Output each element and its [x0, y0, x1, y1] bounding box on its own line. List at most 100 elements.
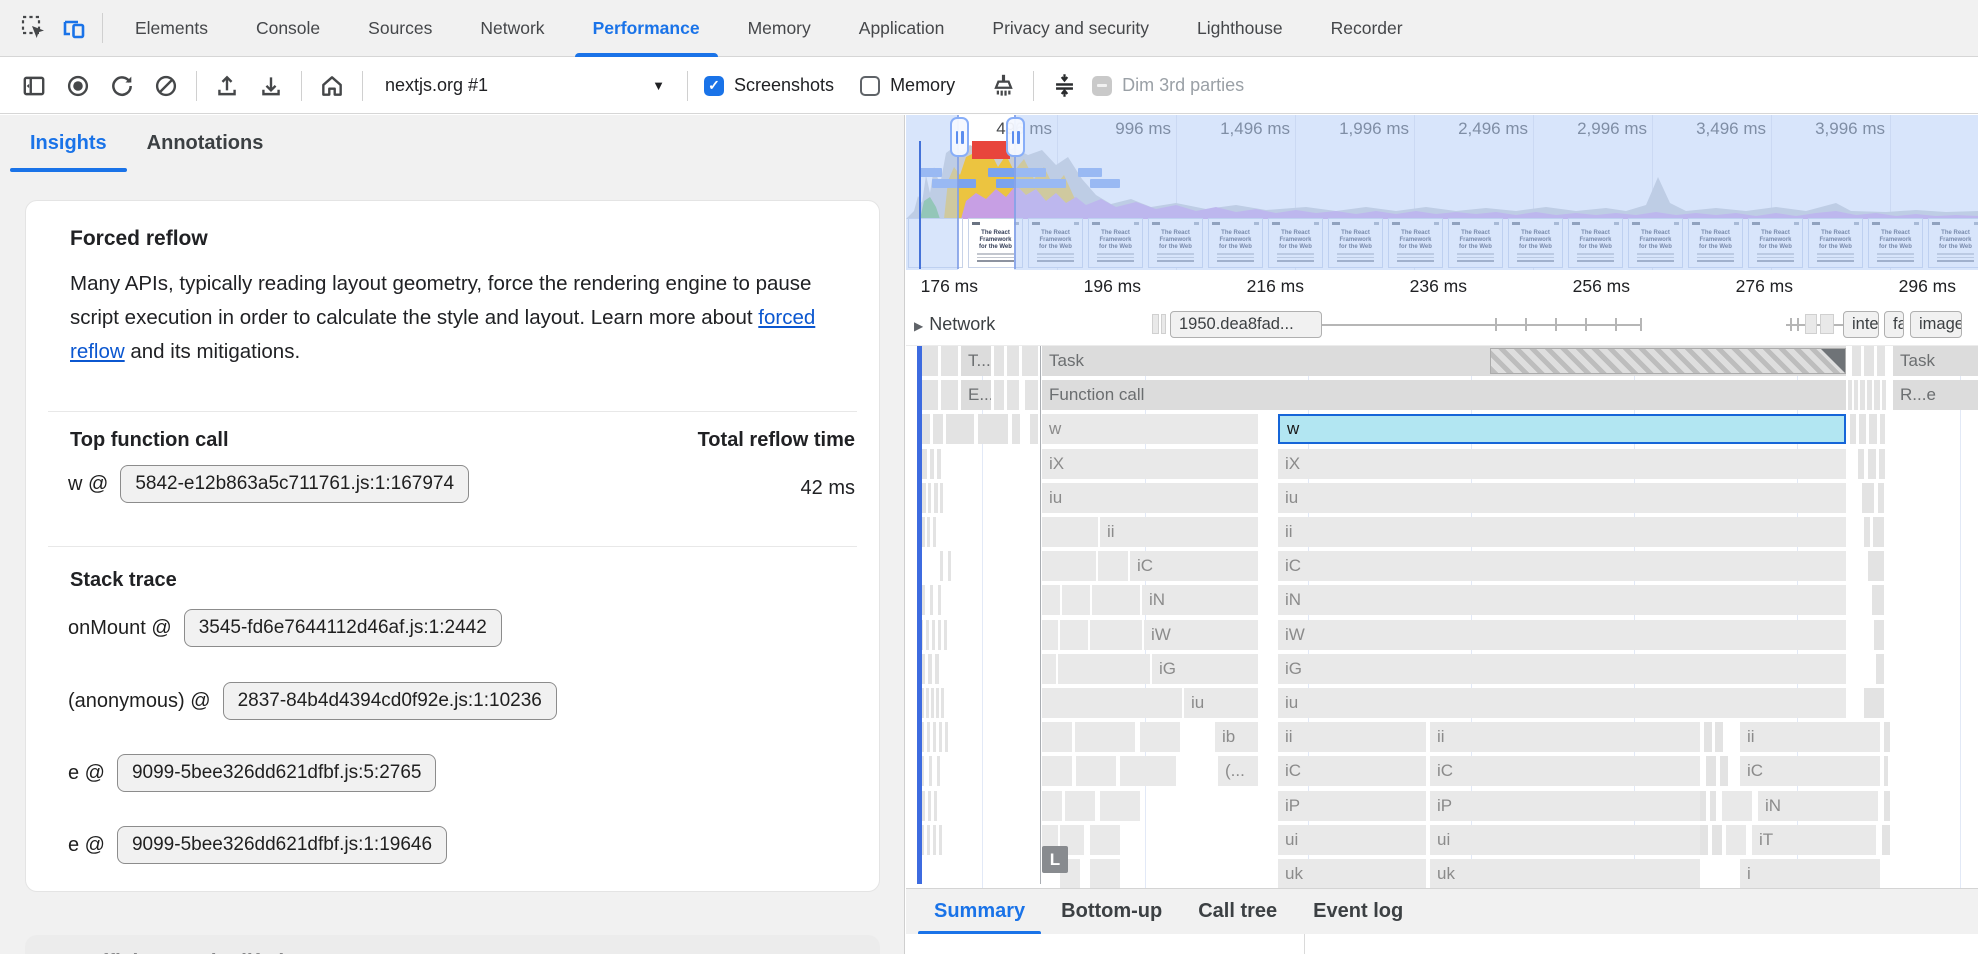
flame-fragment[interactable]: [922, 414, 930, 444]
flame-event-ic[interactable]: iC: [1130, 551, 1258, 581]
flame-fragment[interactable]: [1854, 380, 1858, 410]
flame-fragment[interactable]: [1042, 654, 1056, 684]
flame-fragment[interactable]: [1710, 791, 1716, 821]
flame-event-ix[interactable]: iX: [1042, 449, 1258, 479]
flame-fragment[interactable]: [978, 414, 1008, 444]
source-location-chip[interactable]: 2837-84b4d4394cd0f92e.js:1:10236: [223, 682, 557, 720]
flame-fragment[interactable]: [932, 620, 935, 650]
flame-event-ic[interactable]: iC: [1278, 551, 1846, 581]
flame-fragment[interactable]: [1007, 380, 1019, 410]
flame-fragment[interactable]: [1062, 585, 1090, 615]
flame-fragment[interactable]: [1882, 380, 1886, 410]
flame-event-ic[interactable]: iC: [1740, 756, 1880, 786]
inspect-element-icon[interactable]: [14, 8, 54, 48]
tab-call-tree[interactable]: Call tree: [1180, 889, 1295, 935]
flame-fragment[interactable]: [994, 346, 1004, 376]
flame-fragment[interactable]: [938, 620, 941, 650]
flame-fragment[interactable]: [938, 585, 941, 615]
flame-fragment[interactable]: [941, 380, 958, 410]
flame-fragment[interactable]: [1848, 380, 1852, 410]
flame-fragment[interactable]: [940, 551, 943, 581]
memory-label[interactable]: Memory: [890, 75, 955, 96]
flame-event-ic[interactable]: iC: [1430, 756, 1700, 786]
flame-fragment[interactable]: [1880, 414, 1885, 444]
flame-event-uk[interactable]: uk: [1430, 859, 1700, 888]
flame-fragment[interactable]: [1065, 791, 1095, 821]
flame-fragment[interactable]: [934, 483, 938, 513]
flame-fragment[interactable]: [928, 791, 931, 821]
flame-event-iu[interactable]: iu: [1278, 483, 1846, 513]
flame-event-[interactable]: (...: [1218, 756, 1258, 786]
flame-fragment[interactable]: [1884, 756, 1888, 786]
timeline-overview[interactable]: 496 ms996 ms1,496 ms1,996 ms2,496 ms2,99…: [906, 115, 1978, 270]
flame-event-ui[interactable]: ui: [1430, 825, 1700, 855]
flame-fragment[interactable]: [1042, 688, 1182, 718]
flame-event-in[interactable]: iN: [1142, 585, 1258, 615]
flame-fragment[interactable]: [1706, 756, 1716, 786]
flame-fragment[interactable]: [933, 722, 936, 752]
flame-event-w[interactable]: w: [1278, 414, 1846, 444]
tab-annotations[interactable]: Annotations: [127, 115, 284, 172]
flame-fragment[interactable]: [1873, 517, 1884, 547]
flame-fragment[interactable]: [939, 825, 942, 855]
flame-fragment[interactable]: [922, 449, 927, 479]
flame-fragment[interactable]: [994, 380, 1004, 410]
upload-profile-icon[interactable]: [205, 64, 249, 108]
flame-fragment[interactable]: [1490, 348, 1846, 374]
flame-event-it[interactable]: iT: [1752, 825, 1876, 855]
flame-fragment[interactable]: [933, 825, 936, 855]
flame-event-in[interactable]: iN: [1758, 791, 1878, 821]
flame-event-ii[interactable]: ii: [1100, 517, 1258, 547]
flame-fragment[interactable]: [922, 346, 938, 376]
flame-fragment[interactable]: [928, 654, 932, 684]
flame-fragment[interactable]: [922, 517, 925, 547]
flame-event-functioncall[interactable]: Function call: [1042, 380, 1846, 410]
device-toolbar-icon[interactable]: [54, 8, 94, 48]
flame-event-ic[interactable]: iC: [1278, 756, 1426, 786]
flame-fragment[interactable]: [1852, 346, 1861, 376]
flame-fragment[interactable]: [1100, 791, 1140, 821]
flame-fragment[interactable]: [944, 620, 947, 650]
download-profile-icon[interactable]: [249, 64, 293, 108]
flame-event-ii[interactable]: ii: [1278, 722, 1426, 752]
flame-fragment[interactable]: [1092, 585, 1140, 615]
flame-fragment[interactable]: [1872, 585, 1884, 615]
flame-event-i[interactable]: i: [1740, 859, 1880, 888]
tab-bottom-up[interactable]: Bottom-up: [1043, 889, 1180, 935]
flame-fragment[interactable]: [1882, 825, 1890, 855]
flame-fragment[interactable]: [934, 791, 937, 821]
tab-recorder[interactable]: Recorder: [1307, 0, 1427, 57]
flame-fragment[interactable]: [1868, 449, 1876, 479]
memory-checkbox[interactable]: [860, 76, 880, 96]
reload-record-icon[interactable]: [100, 64, 144, 108]
flame-fragment[interactable]: [1090, 825, 1120, 855]
flame-fragment[interactable]: [1042, 551, 1096, 581]
source-location-chip[interactable]: 9099-5bee326dd621dfbf.js:5:2765: [117, 754, 436, 792]
flame-fragment[interactable]: [948, 551, 951, 581]
flame-fragment[interactable]: [1864, 517, 1870, 547]
flame-fragment[interactable]: [922, 380, 938, 410]
tab-elements[interactable]: Elements: [111, 0, 232, 57]
flame-fragment[interactable]: [940, 483, 943, 513]
flame-fragment[interactable]: [1850, 414, 1856, 444]
collect-garbage-icon[interactable]: [981, 64, 1025, 108]
flame-event-ii[interactable]: ii: [1278, 517, 1846, 547]
flame-fragment[interactable]: [1098, 551, 1128, 581]
source-location-chip[interactable]: 3545-fd6e7644112d46af.js:1:2442: [184, 609, 502, 647]
flame-fragment[interactable]: [1120, 756, 1176, 786]
flame-fragment[interactable]: [1076, 756, 1116, 786]
flame-fragment[interactable]: [1869, 414, 1877, 444]
flame-fragment[interactable]: [1012, 414, 1020, 444]
flame-fragment[interactable]: [927, 825, 930, 855]
flame-fragment[interactable]: [926, 620, 929, 650]
tab-sources[interactable]: Sources: [344, 0, 456, 57]
flame-chart[interactable]: T...TaskTaskE...Function callR...ewwiXiX…: [906, 346, 1978, 888]
flame-event-ui[interactable]: ui: [1278, 825, 1426, 855]
flame-event-ib[interactable]: ib: [1215, 722, 1258, 752]
shortcuts-dialog-icon[interactable]: [1042, 64, 1086, 108]
toggle-sidebar-icon[interactable]: [12, 64, 56, 108]
flame-fragment[interactable]: [1858, 449, 1864, 479]
flame-fragment[interactable]: [931, 688, 934, 718]
flame-event-ix[interactable]: iX: [1278, 449, 1846, 479]
tab-lighthouse[interactable]: Lighthouse: [1173, 0, 1307, 57]
